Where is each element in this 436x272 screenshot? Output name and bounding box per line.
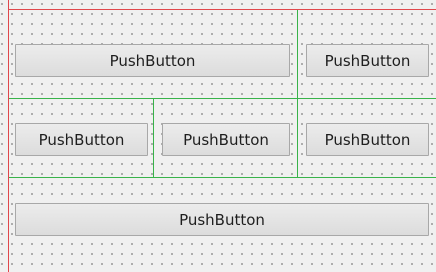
push-button-row2-3[interactable]: PushButton [306,123,429,156]
form-top-border [8,9,436,10]
layout-vertical-line-main [297,10,298,178]
push-button-row1-right[interactable]: PushButton [306,44,429,77]
push-button-row1-left[interactable]: PushButton [15,44,290,77]
layout-vertical-line-row2 [153,99,154,178]
push-button-row2-1[interactable]: PushButton [15,123,148,156]
push-button-row2-2[interactable]: PushButton [162,123,290,156]
form-canvas: PushButton PushButton PushButton PushBut… [0,0,436,272]
form-left-border [8,0,9,272]
layout-horizontal-line-1 [9,98,436,99]
layout-horizontal-line-2 [9,177,436,178]
push-button-row3-wide[interactable]: PushButton [15,203,429,236]
